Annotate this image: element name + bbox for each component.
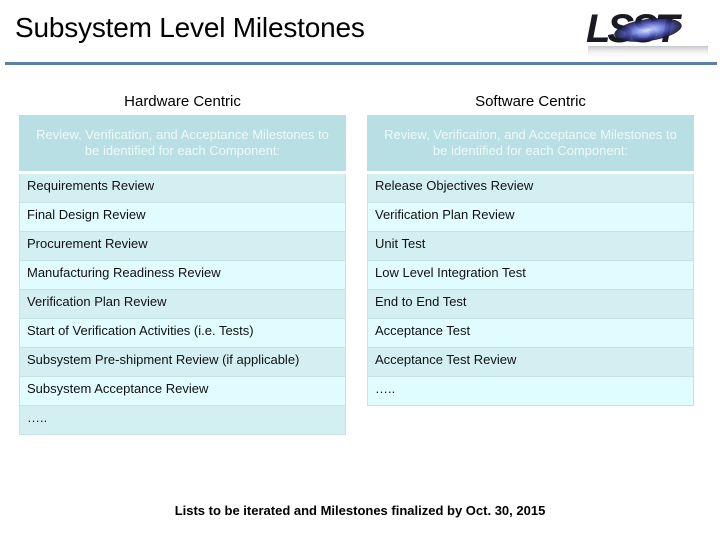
table-row: ….. [19, 406, 346, 435]
software-column-heading: Software Centric [475, 93, 586, 110]
table-row: End to End Test [367, 290, 694, 319]
table-row: Procurement Review [19, 232, 346, 261]
table-header: Review, Verification, and Acceptance Mil… [367, 115, 694, 171]
table-row: Release Objectives Review [367, 174, 694, 203]
table-row: Subsystem Acceptance Review [19, 377, 346, 406]
table-row: Final Design Review [19, 203, 346, 232]
hardware-column-heading: Hardware Centric [124, 93, 241, 110]
table-row: Start of Verification Activities (i.e. T… [19, 319, 346, 348]
lsst-logo-icon: LSST [586, 8, 708, 58]
table-row: Low Level Integration Test [367, 261, 694, 290]
table-row: Verification Plan Review [367, 203, 694, 232]
table-header: Review, Verification, and Acceptance Mil… [19, 115, 346, 171]
title-divider [5, 62, 717, 65]
table-row: Verification Plan Review [19, 290, 346, 319]
software-milestones-table: Review, Verification, and Acceptance Mil… [367, 115, 694, 406]
table-row: Requirements Review [19, 174, 346, 203]
table-row: Manufacturing Readiness Review [19, 261, 346, 290]
hardware-milestones-table: Review, Verification, and Acceptance Mil… [19, 115, 346, 435]
footer-note: Lists to be iterated and Milestones fina… [174, 503, 546, 518]
table-row: Acceptance Test Review [367, 348, 694, 377]
table-row: Unit Test [367, 232, 694, 261]
table-row: Acceptance Test [367, 319, 694, 348]
slide-title: Subsystem Level Milestones [15, 12, 365, 43]
table-row: Subsystem Pre-shipment Review (if applic… [19, 348, 346, 377]
table-row: ….. [367, 377, 694, 406]
